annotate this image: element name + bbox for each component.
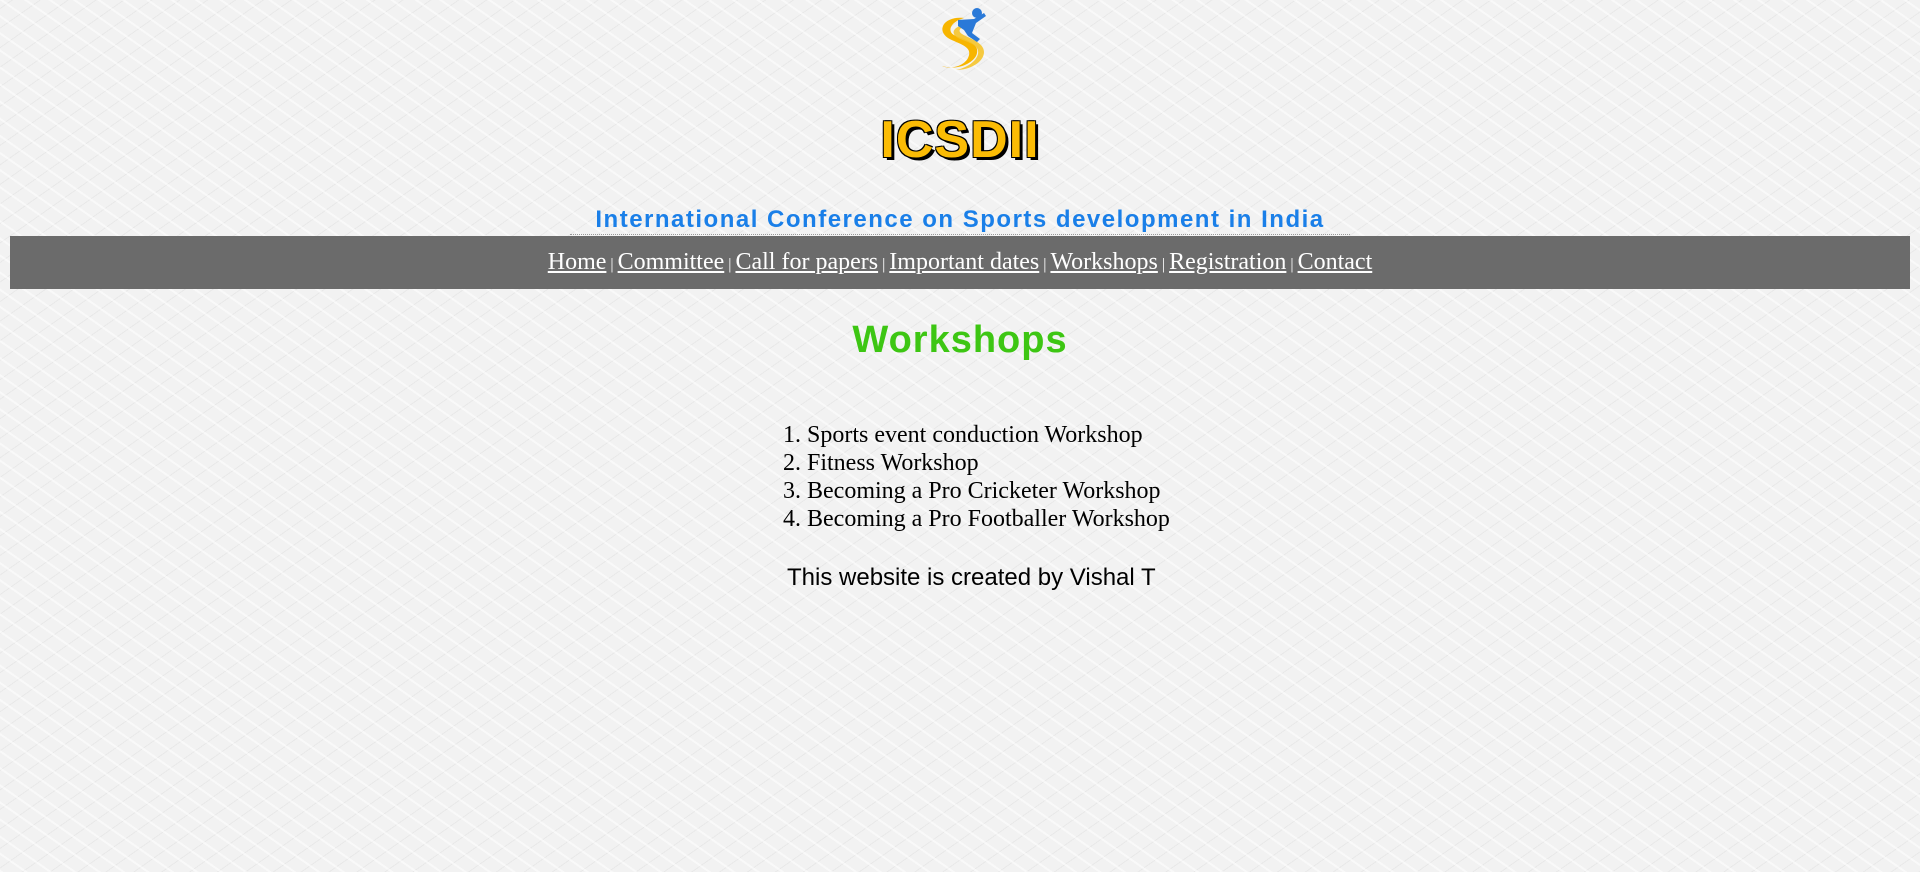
site-title: ICSDII <box>880 111 1040 169</box>
nav-link-registration[interactable]: Registration <box>1169 249 1286 275</box>
nav-link-home[interactable]: Home <box>548 249 607 275</box>
workshop-number: 2. <box>783 450 801 476</box>
workshop-number: 1. <box>783 422 801 448</box>
workshop-name: Becoming a Pro Footballer Workshop <box>807 506 1170 532</box>
nav-separator: | <box>882 256 886 273</box>
workshop-item: 3. Becoming a Pro Cricketer Workshop <box>783 477 1170 505</box>
workshop-number: 4. <box>783 506 801 532</box>
workshop-list: 1. Sports event conduction Workshop 2. F… <box>783 421 1170 533</box>
footer-credit: This website is created by Vishal T <box>787 564 1156 591</box>
workshop-name: Becoming a Pro Cricketer Workshop <box>807 478 1161 504</box>
workshop-name: Sports event conduction Workshop <box>807 422 1143 448</box>
page-heading: Workshops <box>852 319 1068 361</box>
workshop-name: Fitness Workshop <box>807 450 979 476</box>
conference-subtitle: International Conference on Sports devel… <box>595 206 1325 233</box>
nav-separator: | <box>728 256 732 273</box>
workshop-item: 4. Becoming a Pro Footballer Workshop <box>783 505 1170 533</box>
nav-link-important-dates[interactable]: Important dates <box>889 249 1039 275</box>
nav-link-committee[interactable]: Committee <box>618 249 725 275</box>
sports-runner-logo-icon <box>942 8 986 70</box>
nav-link-workshops[interactable]: Workshops <box>1050 249 1157 275</box>
nav-separator: | <box>1290 256 1294 273</box>
workshop-item: 2. Fitness Workshop <box>783 449 1170 477</box>
subtitle-divider <box>570 234 1350 235</box>
nav-separator: | <box>1161 256 1166 273</box>
workshop-item: 1. Sports event conduction Workshop <box>783 421 1170 449</box>
nav-separator: | <box>610 256 614 273</box>
nav-separator: | <box>1043 256 1047 273</box>
main-navbar: Home | Committee | Call for papers | Important… <box>10 236 1910 289</box>
nav-link-call-for-papers[interactable]: Call for papers <box>735 249 878 275</box>
nav-link-contact[interactable]: Contact <box>1298 249 1373 275</box>
workshop-number: 3. <box>783 478 801 504</box>
